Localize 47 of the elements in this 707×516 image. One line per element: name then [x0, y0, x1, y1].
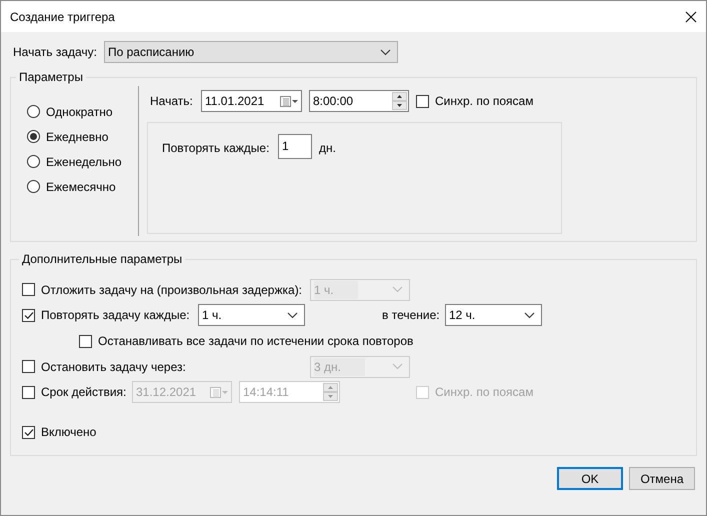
repeat-input[interactable]: 1 [278, 134, 312, 159]
radio-button[interactable] [27, 105, 40, 118]
checkbox-label: Отложить задачу на (произвольная задержка): [41, 282, 302, 298]
radio-label: Однократно [46, 104, 113, 120]
chevron-down-icon [392, 363, 403, 370]
radio-button[interactable] [27, 155, 40, 168]
checkbox[interactable] [416, 94, 429, 108]
radio-label: Ежедневно [46, 128, 108, 146]
close-icon[interactable] [685, 10, 697, 22]
checkbox-label: Повторять задачу каждые: [41, 307, 190, 324]
calendar-icon [210, 386, 228, 398]
date-field[interactable]: 11.01.2021 [201, 90, 302, 112]
radio-label: Ежемесячно [46, 178, 116, 196]
calendar-icon [280, 96, 298, 106]
dialog-button[interactable]: Отмена [629, 467, 695, 490]
radio-label: Еженедельно [46, 154, 122, 170]
dropdown[interactable]: 1 ч. [198, 304, 305, 326]
time-field[interactable]: 8:00:00 [309, 90, 409, 112]
dropdown[interactable]: 12 ч. [445, 304, 542, 326]
dialog-button[interactable]: OK [557, 467, 623, 490]
radio-button[interactable] [27, 180, 40, 193]
checkmark-icon [24, 428, 34, 436]
checkbox[interactable] [22, 308, 35, 322]
chevron-down-icon [380, 48, 391, 56]
repeat-label: Повторять каждые: [162, 140, 270, 157]
unit-label: дн. [319, 140, 336, 157]
checkbox[interactable] [22, 426, 35, 438]
checkbox-label: Останавливать все задачи по истечении срока повторов [98, 333, 414, 350]
duration-label: в течение: [382, 307, 441, 324]
window-title: Создание триггера [10, 8, 115, 26]
checkbox[interactable] [79, 334, 92, 348]
chevron-down-icon [524, 312, 535, 318]
chevron-down-icon [392, 286, 403, 293]
checkbox-label: Синхр. по поясам [435, 93, 534, 110]
start-label: Начать: [150, 93, 194, 110]
checkbox-label: Включено [41, 424, 96, 441]
spinner-icon[interactable] [392, 92, 407, 110]
chevron-down-icon [287, 312, 298, 318]
radio-button[interactable] [27, 130, 40, 143]
checkbox-label: Синхр. по поясам [435, 384, 534, 401]
group-title: Дополнительные параметры [21, 251, 184, 268]
checkbox-label: Срок действия: [41, 384, 126, 401]
group-title: Параметры [18, 69, 84, 86]
checkmark-icon [24, 310, 34, 320]
start-task-label: Начать задачу: [13, 44, 98, 61]
checkbox-label: Остановить задачу через: [41, 358, 186, 376]
dropdown[interactable]: По расписанию [104, 41, 398, 63]
